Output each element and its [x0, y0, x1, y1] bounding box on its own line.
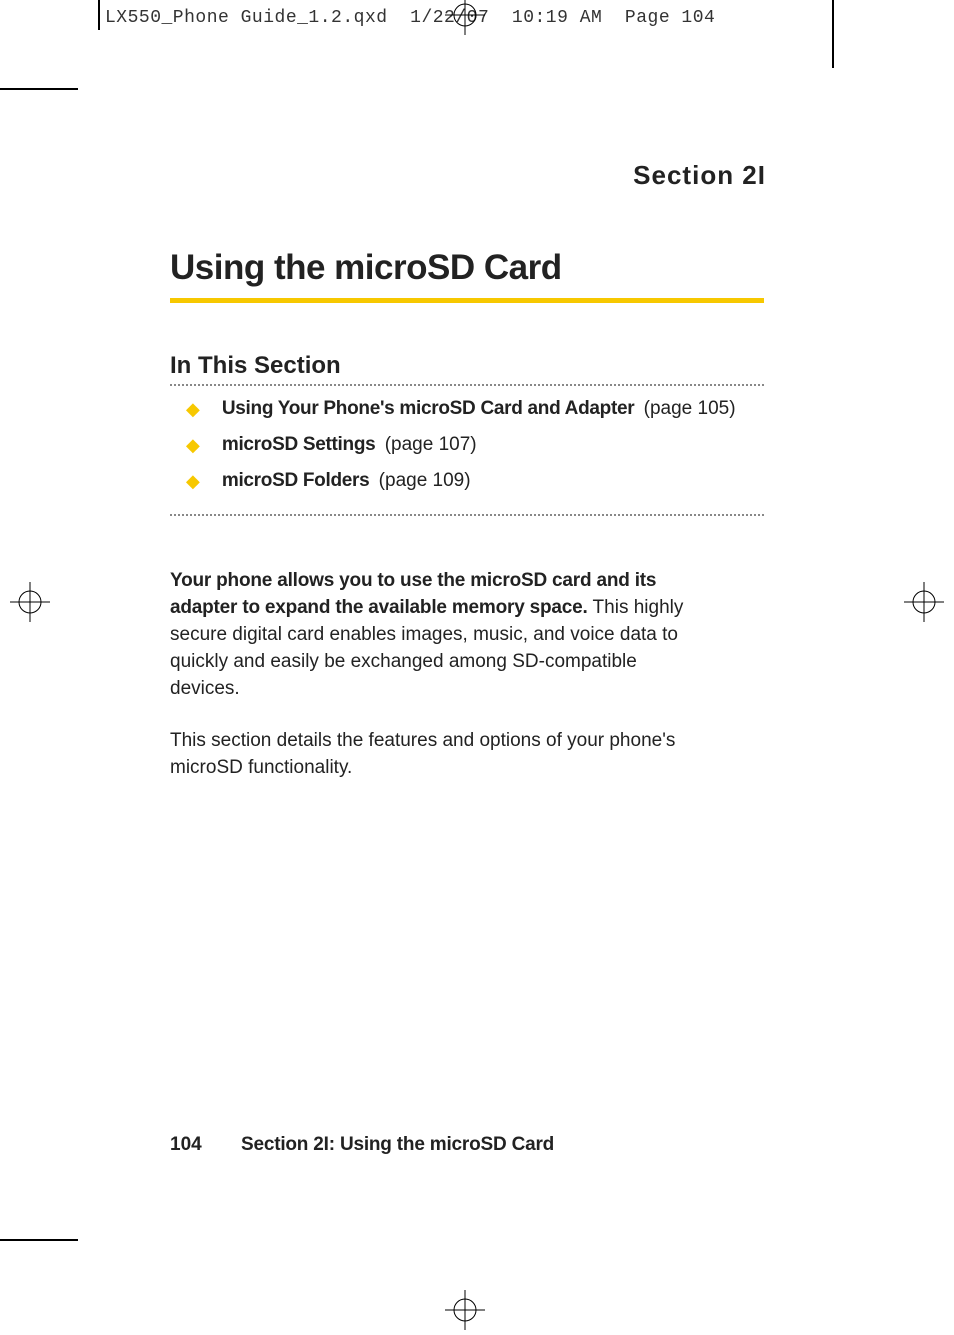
diamond-bullet-icon: ◆	[186, 435, 200, 456]
toc-title: Using Your Phone's microSD Card and Adap…	[222, 398, 635, 419]
crop-mark-vertical	[98, 0, 100, 30]
body-paragraph-2: This section details the features and op…	[170, 728, 680, 782]
diamond-bullet-icon: ◆	[186, 471, 200, 492]
toc-title: microSD Folders	[222, 470, 370, 491]
para1-bold: Your phone allows you to use the microSD…	[170, 570, 656, 618]
crop-mark-horizontal-top	[0, 88, 78, 90]
page-title: Using the microSD Card	[170, 248, 562, 288]
toc-page: (page 105)	[644, 398, 736, 419]
print-header: LX550_Phone Guide_1.2.qxd 1/22/07 10:19 …	[105, 8, 715, 28]
toc-item: ◆ microSD Settings (page 107)	[186, 434, 736, 456]
toc-page: (page 109)	[379, 470, 471, 491]
footer-text: Section 2I: Using the microSD Card	[241, 1134, 554, 1155]
subsection-title: In This Section	[170, 352, 341, 380]
registration-mark-icon	[445, 1290, 485, 1330]
toc-title: microSD Settings	[222, 434, 376, 455]
dotted-divider-bottom	[170, 514, 764, 516]
toc-item: ◆ Using Your Phone's microSD Card and Ad…	[186, 398, 736, 420]
page-content: Section 2I Using the microSD Card In Thi…	[98, 88, 834, 1241]
filename: LX550_Phone Guide_1.2.qxd	[105, 8, 388, 28]
body-paragraph-1: Your phone allows you to use the microSD…	[170, 568, 690, 703]
footer-page-number: 104	[170, 1134, 202, 1155]
crop-mark-vertical-right	[832, 0, 834, 68]
time: 10:19 AM	[512, 8, 602, 28]
section-label: Section 2I	[633, 160, 766, 191]
toc-item: ◆ microSD Folders (page 109)	[186, 470, 736, 492]
page-footer: 104 Section 2I: Using the microSD Card	[170, 1134, 554, 1156]
registration-mark-icon	[904, 582, 944, 622]
crop-mark-horizontal-bottom	[0, 1239, 78, 1241]
dotted-divider-top	[170, 384, 764, 386]
toc-list: ◆ Using Your Phone's microSD Card and Ad…	[186, 398, 736, 506]
registration-mark-icon	[10, 582, 50, 622]
toc-page: (page 107)	[385, 434, 477, 455]
registration-mark-icon	[445, 0, 485, 35]
title-underline	[170, 298, 764, 303]
diamond-bullet-icon: ◆	[186, 399, 200, 420]
page-label: Page 104	[625, 8, 715, 28]
